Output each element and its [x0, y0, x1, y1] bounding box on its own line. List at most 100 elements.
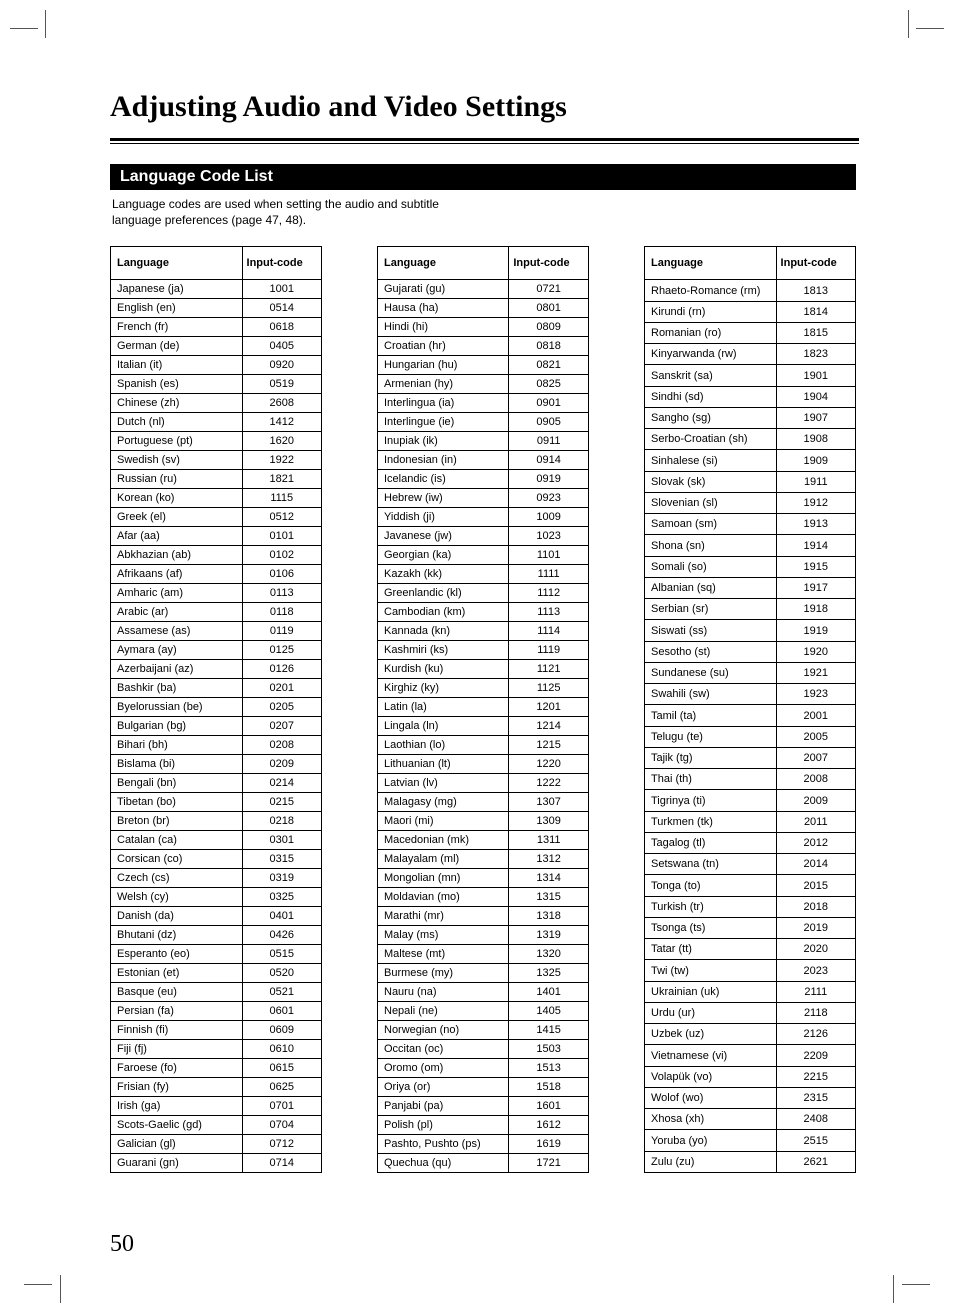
- code-cell: 1518: [509, 1078, 589, 1097]
- language-cell: Azerbaijani (az): [111, 660, 243, 679]
- table-row: Bashkir (ba)0201: [111, 679, 322, 698]
- code-cell: 1001: [242, 280, 321, 299]
- code-cell: 0704: [242, 1116, 321, 1135]
- language-cell: Sangho (sg): [645, 407, 777, 428]
- table-row: Indonesian (in)0914: [378, 451, 589, 470]
- code-cell: 2621: [776, 1151, 855, 1173]
- table-row: Arabic (ar)0118: [111, 603, 322, 622]
- table-row: Wolof (wo)2315: [645, 1087, 856, 1108]
- table-row: French (fr)0618: [111, 318, 322, 337]
- table-row: Malayalam (ml)1312: [378, 850, 589, 869]
- table-row: Zulu (zu)2621: [645, 1151, 856, 1173]
- table-row: Scots-Gaelic (gd)0704: [111, 1116, 322, 1135]
- code-cell: 2015: [776, 875, 855, 896]
- code-cell: 1312: [509, 850, 589, 869]
- code-cell: 1119: [509, 641, 589, 660]
- code-cell: 2008: [776, 769, 855, 790]
- table-row: Interlingue (ie)0905: [378, 413, 589, 432]
- language-cell: Sesotho (st): [645, 641, 777, 662]
- table-row: Oriya (or)1518: [378, 1078, 589, 1097]
- table-row: Pashto, Pushto (ps)1619: [378, 1135, 589, 1154]
- divider-thick: [110, 138, 859, 141]
- code-cell: 2020: [776, 939, 855, 960]
- language-cell: Kannada (kn): [378, 622, 509, 641]
- language-cell: Esperanto (eo): [111, 945, 243, 964]
- language-table-3: Language Input-code Rhaeto-Romance (rm)1…: [644, 246, 856, 1173]
- code-cell: 1201: [509, 698, 589, 717]
- table-row: Laothian (lo)1215: [378, 736, 589, 755]
- language-cell: Abkhazian (ab): [111, 546, 243, 565]
- code-cell: 0825: [509, 375, 589, 394]
- language-cell: Norwegian (no): [378, 1021, 509, 1040]
- table-row: Tagalog (tl)2012: [645, 832, 856, 853]
- table-row: Italian (it)0920: [111, 356, 322, 375]
- table-row: Bengali (bn)0214: [111, 774, 322, 793]
- language-cell: Turkish (tr): [645, 896, 777, 917]
- language-cell: Georgian (ka): [378, 546, 509, 565]
- code-cell: 0911: [509, 432, 589, 451]
- table-row: Afar (aa)0101: [111, 527, 322, 546]
- code-cell: 1412: [242, 413, 321, 432]
- table-row: Welsh (cy)0325: [111, 888, 322, 907]
- table-row: Russian (ru)1821: [111, 470, 322, 489]
- table-row: Nepali (ne)1405: [378, 1002, 589, 1021]
- code-cell: 1325: [509, 964, 589, 983]
- table-row: Finnish (fi)0609: [111, 1021, 322, 1040]
- code-cell: 0923: [509, 489, 589, 508]
- table-row: Rhaeto-Romance (rm)1813: [645, 280, 856, 301]
- table-row: Sangho (sg)1907: [645, 407, 856, 428]
- table-row: Macedonian (mk)1311: [378, 831, 589, 850]
- language-cell: Siswati (ss): [645, 620, 777, 641]
- table-row: Shona (sn)1914: [645, 535, 856, 556]
- table-row: Kirghiz (ky)1125: [378, 679, 589, 698]
- language-cell: Russian (ru): [111, 470, 243, 489]
- language-cell: Volapük (vo): [645, 1066, 777, 1087]
- language-cell: Albanian (sq): [645, 577, 777, 598]
- code-cell: 0101: [242, 527, 321, 546]
- table-row: Telugu (te)2005: [645, 726, 856, 747]
- code-cell: 1912: [776, 492, 855, 513]
- code-cell: 0618: [242, 318, 321, 337]
- table-row: Malagasy (mg)1307: [378, 793, 589, 812]
- language-cell: Telugu (te): [645, 726, 777, 747]
- code-cell: 0301: [242, 831, 321, 850]
- table-row: Japanese (ja)1001: [111, 280, 322, 299]
- code-cell: 0215: [242, 793, 321, 812]
- language-cell: Turkmen (tk): [645, 811, 777, 832]
- table-row: Siswati (ss)1919: [645, 620, 856, 641]
- language-cell: Greek (el): [111, 508, 243, 527]
- table-row: Sindhi (sd)1904: [645, 386, 856, 407]
- table-row: Hungarian (hu)0821: [378, 356, 589, 375]
- language-cell: Lingala (ln): [378, 717, 509, 736]
- table-row: Swedish (sv)1922: [111, 451, 322, 470]
- language-cell: Uzbek (uz): [645, 1024, 777, 1045]
- language-cell: Maori (mi): [378, 812, 509, 831]
- code-cell: 1009: [509, 508, 589, 527]
- code-cell: 0514: [242, 299, 321, 318]
- code-cell: 0325: [242, 888, 321, 907]
- language-cell: Breton (br): [111, 812, 243, 831]
- table-row: Mongolian (mn)1314: [378, 869, 589, 888]
- language-cell: Interlingua (ia): [378, 394, 509, 413]
- table-row: Latin (la)1201: [378, 698, 589, 717]
- table-row: Samoan (sm)1913: [645, 514, 856, 535]
- table-row: Irish (ga)0701: [111, 1097, 322, 1116]
- code-cell: 0801: [509, 299, 589, 318]
- table-row: Byelorussian (be)0205: [111, 698, 322, 717]
- code-cell: 1513: [509, 1059, 589, 1078]
- language-cell: Malagasy (mg): [378, 793, 509, 812]
- table-row: Hausa (ha)0801: [378, 299, 589, 318]
- table-row: Sinhalese (si)1909: [645, 450, 856, 471]
- table-row: Oromo (om)1513: [378, 1059, 589, 1078]
- table-row: Tibetan (bo)0215: [111, 793, 322, 812]
- col-header-code: Input-code: [509, 247, 589, 280]
- language-cell: Frisian (fy): [111, 1078, 243, 1097]
- language-cell: Japanese (ja): [111, 280, 243, 299]
- code-cell: 0609: [242, 1021, 321, 1040]
- language-cell: Estonian (et): [111, 964, 243, 983]
- code-cell: 1320: [509, 945, 589, 964]
- language-cell: Swedish (sv): [111, 451, 243, 470]
- language-cell: Nauru (na): [378, 983, 509, 1002]
- table-row: Persian (fa)0601: [111, 1002, 322, 1021]
- table-row: Cambodian (km)1113: [378, 603, 589, 622]
